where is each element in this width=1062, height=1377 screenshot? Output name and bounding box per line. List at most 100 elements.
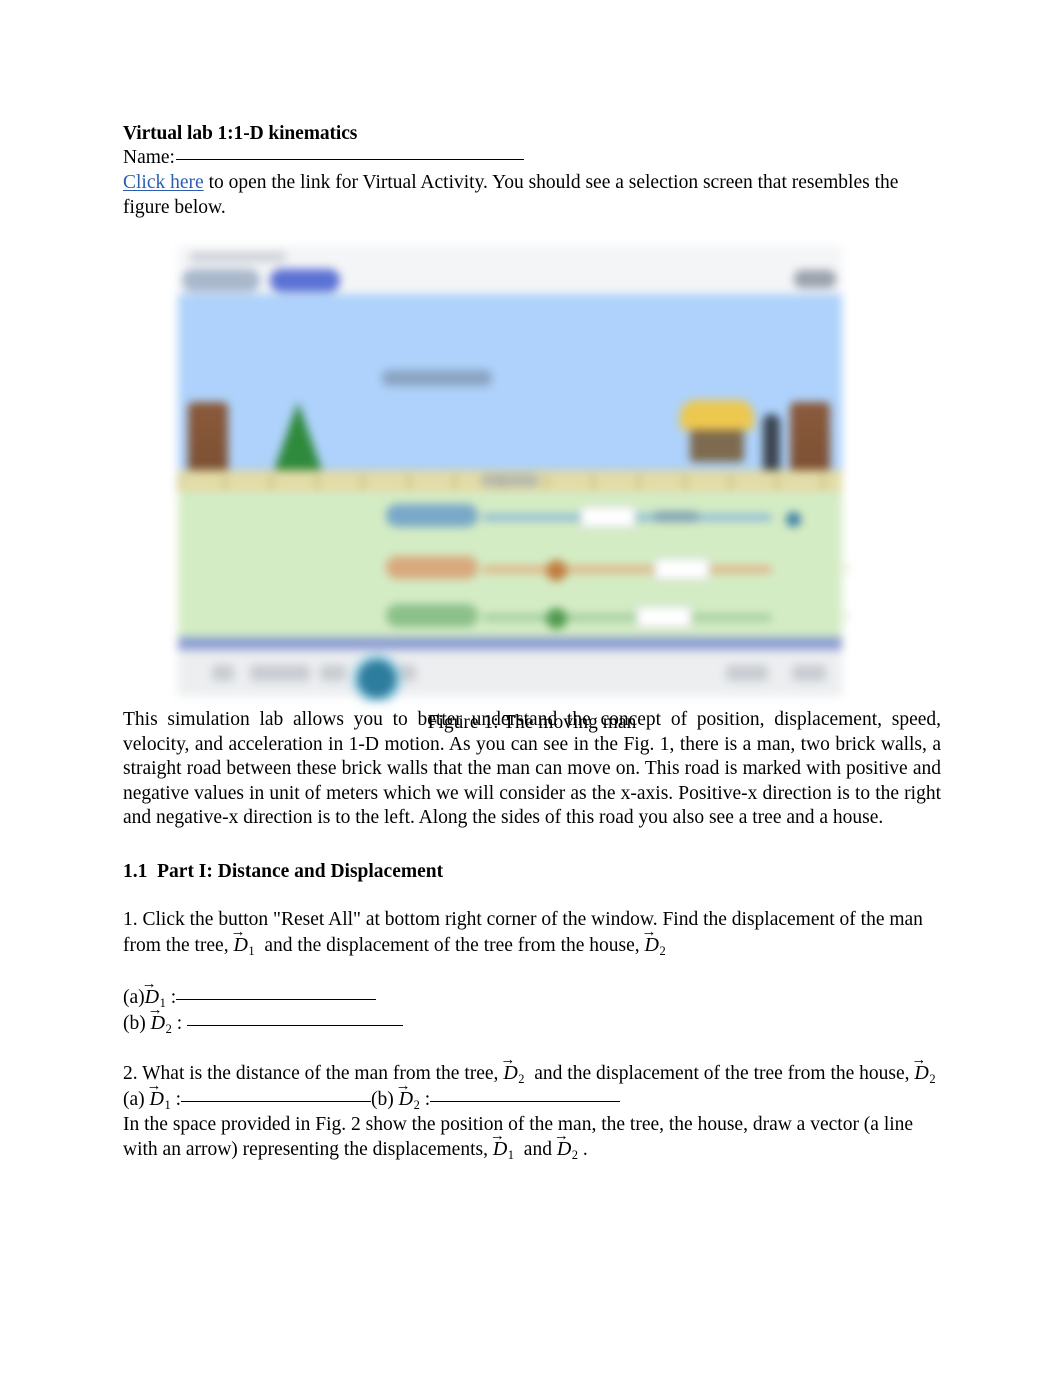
question-2-text-part-1: 2. What is the distance of the man from … <box>123 1062 499 1084</box>
q2-answer-b-label: (b) <box>371 1088 394 1110</box>
virtual-activity-link[interactable]: Click here <box>123 172 204 193</box>
velocity-label-pill <box>386 556 478 579</box>
vector-subscript: 2 <box>571 1148 579 1162</box>
velocity-unit-label <box>846 563 848 574</box>
vector-subscript: 2 <box>413 1097 420 1112</box>
question-2: 2. What is the distance of the man from … <box>123 1052 941 1087</box>
question-2-text-part-3: house, <box>859 1062 910 1084</box>
page-title: Virtual lab 1:1-D kinematics <box>123 123 358 144</box>
toolbar-chip-3[interactable] <box>320 665 346 681</box>
q2-answer-a-colon: : <box>175 1088 182 1110</box>
closing-text-part-2: and <box>523 1139 552 1160</box>
play-pause-button[interactable] <box>352 654 402 702</box>
velocity-value-box[interactable] <box>654 558 710 580</box>
vector-subscript: 2 <box>518 1071 525 1086</box>
brick-wall-right <box>790 402 830 480</box>
position-label-pill <box>386 504 478 527</box>
vector-subscript: 2 <box>929 1071 936 1086</box>
vector-d1-closing: → D1 <box>490 1129 515 1162</box>
vector-d2-closing: → D2 <box>554 1129 579 1162</box>
vector-arrow-icon: → <box>230 923 245 940</box>
name-input-blank[interactable] <box>175 159 524 160</box>
velocity-slider-thumb[interactable] <box>546 560 567 581</box>
closing-text-part-1: In the space provided in Fig. 2 show the… <box>123 1113 914 1161</box>
road-ruler <box>178 470 842 494</box>
q2-answer-a-blank[interactable] <box>181 1100 372 1102</box>
acceleration-label-pill <box>386 604 478 627</box>
answer-row-b: (b) → D2 : <box>123 1002 941 1037</box>
vector-subscript: 2 <box>165 1021 172 1036</box>
moving-man-figure[interactable] <box>763 414 780 476</box>
vector-d2-inline-q1: → D2 <box>642 924 666 958</box>
vector-d2-answer-b: → D2 <box>148 1002 172 1036</box>
intro-text: to open the link for Virtual Activity. Y… <box>123 172 899 218</box>
position-unit-label <box>654 511 698 522</box>
acceleration-slider-thumb[interactable] <box>546 608 567 629</box>
vector-arrow-icon: → <box>911 1051 926 1068</box>
document-content: Virtual lab 1:1-D kinematics Name: Click… <box>123 122 941 1163</box>
vector-arrow-icon: → <box>141 975 157 992</box>
vector-arrow-icon: → <box>146 1077 162 1094</box>
position-slider-thumb[interactable] <box>786 512 801 527</box>
acceleration-unit-label <box>846 611 848 622</box>
question-1: 1. Click the button "Reset All" at botto… <box>123 907 941 959</box>
toolbar-chip-right-2[interactable] <box>792 665 826 681</box>
vector-arrow-icon: → <box>641 923 657 940</box>
moving-man-simulation-screenshot <box>172 242 848 702</box>
document-page: Virtual lab 1:1-D kinematics Name: Click… <box>0 0 1062 1377</box>
toolbar-chip-1[interactable] <box>212 665 234 681</box>
intro-paragraph: Click here to open the link for Virtual … <box>123 170 941 220</box>
figure-caption: Figure 1: The moving man <box>427 712 637 733</box>
section-heading: 1.1 Part I: Distance and Displacement <box>123 861 941 883</box>
vector-d1-inline-q1: → D1 <box>230 924 254 958</box>
answer-a-blank[interactable] <box>176 998 377 1000</box>
q2-answer-b-colon: : <box>424 1088 431 1110</box>
vector-subscript: 1 <box>507 1148 515 1162</box>
toolbar-chip-2[interactable] <box>250 665 310 681</box>
q2-answer-b-blank[interactable] <box>430 1100 621 1102</box>
question-2-answers: (a) → D1 : (b) → D2 : <box>123 1078 941 1113</box>
vector-arrow-icon: → <box>489 1128 505 1144</box>
tab-charts[interactable] <box>270 269 340 292</box>
sim-divider-bar <box>178 637 842 650</box>
acceleration-slider-track[interactable] <box>482 614 772 621</box>
sim-bottom-toolbar <box>178 650 842 702</box>
vector-arrow-icon: → <box>147 1001 163 1018</box>
acceleration-value-box[interactable] <box>636 606 692 628</box>
section-number: 1.1 <box>123 860 148 882</box>
brick-wall-left <box>188 402 228 480</box>
house-roof <box>680 400 754 430</box>
closing-paragraph: In the space provided in Fig. 2 show the… <box>123 1113 941 1163</box>
sky-readout-label <box>382 370 492 386</box>
answer-row-a: (a) → D1 : <box>123 976 941 1011</box>
vector-subscript: 1 <box>164 1097 171 1112</box>
answer-b-colon: : <box>176 1012 183 1034</box>
vector-d2-q2-answer-b: → D2 <box>396 1078 420 1112</box>
ruler-origin-label <box>481 474 539 487</box>
sim-toolbar-top-right-button[interactable] <box>794 270 836 288</box>
vector-d2-inline-q2: → D2 <box>500 1052 525 1086</box>
question-2-text-part-2: and the displacement of the tree from th… <box>534 1062 855 1084</box>
tab-introduction[interactable] <box>182 269 260 292</box>
sim-title-placeholder <box>190 252 286 262</box>
answer-b-label: (b) <box>123 1012 146 1034</box>
answer-a-colon: : <box>170 986 177 1008</box>
vector-arrow-icon: → <box>395 1077 411 1094</box>
reset-all-button[interactable] <box>726 665 768 681</box>
position-value-box[interactable] <box>580 506 636 528</box>
vector-arrow-icon: → <box>553 1128 569 1144</box>
vector-arrow-icon: → <box>500 1051 515 1068</box>
velocity-slider-track[interactable] <box>482 566 772 573</box>
name-label: Name: <box>123 147 175 168</box>
q2-answer-a-label: (a) <box>123 1088 145 1110</box>
section-title: Part I: Distance and Displacement <box>157 860 444 882</box>
closing-period: . <box>582 1139 588 1160</box>
vector-subscript: 2 <box>659 943 666 958</box>
figure-1: Figure 1: The moving man <box>123 242 941 733</box>
question-1-text-part-2: and the displacement of the tree from th… <box>264 934 640 956</box>
vector-d2-inline-q2-b: → D2 <box>911 1052 936 1086</box>
answer-b-blank[interactable] <box>187 1024 403 1026</box>
name-field-row: Name: <box>123 146 941 170</box>
question-1-answers: (a) → D1 : (b) → D2 : <box>123 976 941 1037</box>
vector-d1-q2-answer-a: → D1 <box>147 1078 171 1112</box>
